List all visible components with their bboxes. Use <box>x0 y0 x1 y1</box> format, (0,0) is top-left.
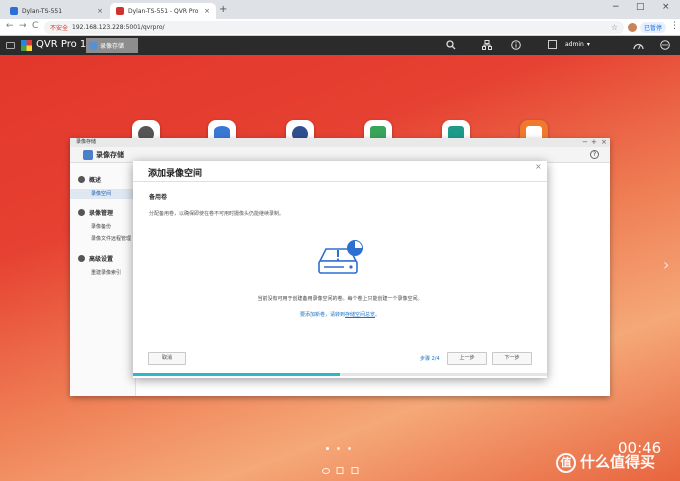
username: admin <box>565 41 584 48</box>
page-indicator <box>326 447 351 450</box>
tab-close-icon[interactable]: × <box>97 7 103 15</box>
qvr-logo-icon <box>21 40 32 51</box>
minimize-button[interactable]: − <box>612 2 620 12</box>
book-icon[interactable] <box>336 467 344 474</box>
previous-step-button[interactable]: 上一步 <box>447 352 487 365</box>
sidebar-group-overview[interactable]: 概述 <box>78 175 101 184</box>
tray-icons <box>322 467 359 474</box>
storage-icon <box>89 41 97 50</box>
window-minimize-button[interactable]: − <box>582 138 588 147</box>
network-icon[interactable] <box>482 40 492 50</box>
sidebar-group-label: 录像管理 <box>89 210 114 217</box>
page-dot[interactable] <box>337 447 340 450</box>
nas-favicon-icon <box>10 7 18 15</box>
watermark-text: 什么值得买 <box>580 453 656 471</box>
sidebar-item-remote-file-management[interactable]: 录像文件远程管理 <box>70 234 136 244</box>
dashboard-icon[interactable] <box>633 41 644 50</box>
back-button[interactable]: ← <box>6 21 14 31</box>
profile-button[interactable]: 已暂停 <box>628 22 667 33</box>
avatar <box>628 23 637 32</box>
section-description: 分配备用卷，以确保即使在卷不可用时摄像头仍能继续录制。 <box>149 211 285 217</box>
dialog-title: 添加录像空间 <box>148 169 203 179</box>
close-window-button[interactable]: × <box>662 2 670 12</box>
no-volume-message: 当前没有可用于创建备用录像空间的卷。每个卷上只能创建一个录像空间。 <box>257 296 423 302</box>
more-icon[interactable] <box>660 40 670 50</box>
tab-close-icon[interactable]: × <box>204 7 210 15</box>
next-page-arrow[interactable]: › <box>663 255 669 274</box>
hint-suffix: 。 <box>375 312 381 318</box>
screen-icon[interactable] <box>351 467 359 474</box>
add-recording-space-dialog: 添加录像空间 × 备用卷 分配备用卷，以确保即使在卷不可用时摄像头仍能继续录制。… <box>133 161 547 378</box>
sidebar-group-recording-management[interactable]: 录像管理 <box>78 208 113 217</box>
sidebar-group-label: 概述 <box>89 177 102 184</box>
overview-icon <box>78 176 85 183</box>
browser-tab-dylan[interactable]: Dylan-TS-551 × <box>4 3 109 19</box>
insecure-label[interactable]: 不安全 <box>50 23 68 32</box>
main-menu-icon[interactable] <box>6 42 15 49</box>
sidebar-group-advanced-settings[interactable]: 高级设置 <box>78 254 113 263</box>
reload-button[interactable]: C <box>32 21 38 31</box>
close-icon[interactable]: × <box>535 162 542 171</box>
chevron-down-icon: ▾ <box>586 41 590 48</box>
open-app-label: 录像存储 <box>100 43 125 50</box>
window-small-title: 录像存储 <box>76 139 97 145</box>
search-icon[interactable] <box>446 40 456 50</box>
storage-overview-link[interactable]: 存储空间总览 <box>345 312 375 318</box>
qvr-favicon-icon <box>116 7 124 15</box>
help-icon[interactable]: ? <box>590 150 599 159</box>
sidebar-item-recording-backup[interactable]: 录像备份 <box>70 222 136 232</box>
profile-status: 已暂停 <box>640 22 667 33</box>
bookmark-star-icon[interactable]: ☆ <box>611 23 618 32</box>
browser-tab-bar: Dylan-TS-551 × Dylan-TS-551 - QVR Pro × … <box>0 0 680 19</box>
sidebar-item-recording-space[interactable]: 录像空间 <box>70 189 136 199</box>
tab-label: Dylan-TS-551 <box>22 7 63 15</box>
watermark-icon: 值 <box>556 452 576 473</box>
window-title: 录像存储 <box>96 151 124 159</box>
watermark-logo: 值什么值得买 <box>556 451 655 473</box>
wizard-progress-bar <box>133 373 547 376</box>
new-tab-button[interactable]: + <box>219 4 227 15</box>
open-app-tab[interactable]: 录像存储 <box>86 38 138 53</box>
add-volume-hint: 要添加新卷，请转到存储空间总览。 <box>133 311 547 318</box>
page-dot[interactable] <box>326 447 329 450</box>
maximize-button[interactable]: □ <box>636 2 645 12</box>
storage-icon <box>83 150 93 160</box>
cloud-icon[interactable] <box>322 468 330 474</box>
window-titlebar[interactable]: 录像存储 <box>70 138 610 147</box>
url-text: 192.168.123.228:5001/qvrpro/ <box>72 24 165 31</box>
address-bar: ← → C 不安全 192.168.123.228:5001/qvrpro/ ☆… <box>0 19 680 36</box>
user-menu[interactable]: admin ▾ <box>548 40 590 49</box>
url-input[interactable]: 不安全 192.168.123.228:5001/qvrpro/ ☆ <box>44 21 624 34</box>
window-maximize-button[interactable]: + <box>591 138 597 147</box>
info-icon[interactable] <box>511 40 521 50</box>
browser-tab-qvr[interactable]: Dylan-TS-551 - QVR Pro × <box>110 3 216 19</box>
page-dot[interactable] <box>348 447 351 450</box>
next-step-button[interactable]: 下一步 <box>492 352 532 365</box>
window-sidebar: 概述 录像空间 录像管理 录像备份 录像文件远程管理 高级设置 重建录像索引 <box>70 163 136 396</box>
tab-label: Dylan-TS-551 - QVR Pro <box>128 7 199 15</box>
sidebar-group-label: 高级设置 <box>89 256 114 263</box>
sidebar-item-rebuild-index[interactable]: 重建录像索引 <box>70 268 136 278</box>
window-close-button[interactable]: × <box>601 138 607 147</box>
recording-management-icon <box>78 209 85 216</box>
step-indicator: 步骤 2/4 <box>420 356 440 362</box>
qvr-topbar: QVR Pro 1.3 录像存储 admin ▾ <box>0 36 680 55</box>
forward-button[interactable]: → <box>19 21 27 31</box>
user-icon <box>548 40 557 49</box>
progress-fill <box>133 373 340 376</box>
disk-warning-illustration-icon <box>318 240 363 274</box>
dialog-header: 添加录像空间 × <box>133 161 547 182</box>
browser-menu-icon[interactable]: ⋮ <box>670 21 679 31</box>
section-title: 备用卷 <box>149 194 168 201</box>
hint-prefix: 要添加新卷，请转到 <box>299 312 345 318</box>
advanced-settings-icon <box>78 255 85 262</box>
cancel-button[interactable]: 取消 <box>148 352 186 365</box>
